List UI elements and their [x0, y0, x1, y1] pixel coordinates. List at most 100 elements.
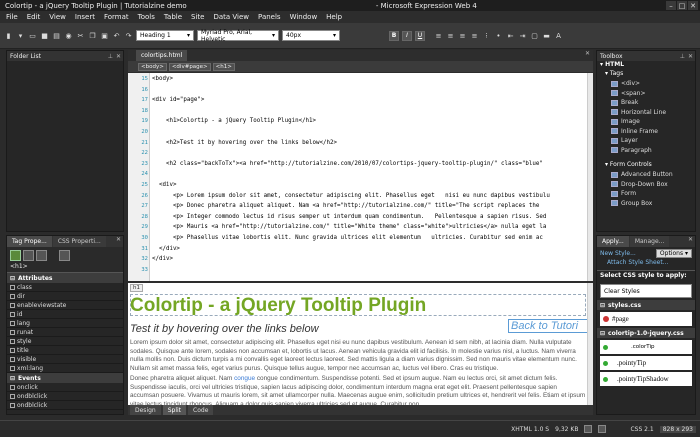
menu-window[interactable]: Window — [290, 13, 318, 21]
design-scrollbar[interactable] — [587, 283, 593, 405]
new-style-link[interactable]: New Style... — [600, 250, 636, 257]
attr-row[interactable]: title — [7, 346, 123, 355]
font-select[interactable]: Myriad Pro, Arial, Helvetic ▾ — [197, 29, 279, 43]
styles-css-header[interactable]: ⊟ styles.css — [597, 300, 695, 310]
justify-icon[interactable]: ≡ — [470, 31, 479, 40]
attr-row[interactable]: dir — [7, 292, 123, 301]
html-section-header[interactable]: ▾ HTML — [597, 61, 695, 70]
toolbox-tag-item[interactable]: <div> — [597, 79, 695, 89]
style-rule-page[interactable]: #page — [600, 312, 692, 326]
save-icon[interactable]: ■ — [40, 31, 49, 40]
maximize-button[interactable]: □ — [677, 1, 687, 10]
options-button[interactable]: Options ▾ — [655, 248, 692, 258]
colortip-css-header[interactable]: ⊟ colortip-1.0-jquery.css — [597, 328, 695, 338]
crumb-h1[interactable]: <h1> — [212, 62, 235, 71]
preview-icon[interactable]: ◉ — [64, 31, 73, 40]
attr-row[interactable]: visible — [7, 355, 123, 364]
align-left-icon[interactable]: ≡ — [434, 31, 443, 40]
close-icon[interactable]: ✕ — [116, 53, 121, 60]
congue-link[interactable]: congue — [234, 375, 255, 382]
toolbox-tag-item[interactable]: Image — [597, 117, 695, 127]
tab-code[interactable]: Code — [188, 405, 214, 415]
menu-data-view[interactable]: Data View — [213, 13, 249, 21]
folder-icon[interactable]: ▭ — [28, 31, 37, 40]
tab-tag-properties[interactable]: Tag Prope... — [7, 236, 52, 247]
tags-section-header[interactable]: ▾ Tags — [597, 70, 695, 79]
pin-icon[interactable]: ⊥ — [108, 53, 113, 60]
undo-icon[interactable]: ↶ — [112, 31, 121, 40]
crumb-div-page[interactable]: <div#page> — [168, 62, 211, 71]
events-header[interactable]: ⊟ Events — [7, 373, 123, 383]
outdent-icon[interactable]: ⇤ — [506, 31, 515, 40]
close-button[interactable]: ✕ — [688, 1, 698, 10]
show-set-icon[interactable] — [36, 249, 47, 261]
close-icon[interactable]: ✕ — [116, 236, 123, 247]
attr-row[interactable]: id — [7, 310, 123, 319]
menu-insert[interactable]: Insert — [75, 13, 95, 21]
visual-aids-icon[interactable] — [584, 425, 593, 433]
toolbox-tag-item[interactable]: <span> — [597, 89, 695, 99]
tab-split[interactable]: Split — [162, 405, 187, 415]
toolbox-tag-item[interactable]: Horizontal Line — [597, 108, 695, 118]
form-controls-section-header[interactable]: ▾ Form Controls — [597, 161, 695, 170]
pin-icon[interactable]: ⊥ — [680, 53, 685, 60]
toolbox-form-item[interactable]: Drop-Down Box — [597, 180, 695, 190]
doctype-status[interactable]: XHTML 1.0 S — [511, 426, 549, 433]
style-rule-colortip[interactable]: .colorTip — [600, 340, 692, 354]
tab-colortips-html[interactable]: colortips.html — [136, 50, 188, 61]
toolbox-form-item[interactable]: Form — [597, 189, 695, 199]
style-rule-pointytipshadow[interactable]: .pointyTipShadow — [600, 372, 692, 386]
font-color-icon[interactable]: A — [554, 31, 563, 40]
attach-style-sheet-link[interactable]: Attach Style Sheet... — [597, 259, 695, 269]
tab-css-properties[interactable]: CSS Properti... — [52, 236, 106, 247]
open-icon[interactable]: ▾ — [16, 31, 25, 40]
clear-styles-button[interactable]: Clear Styles — [600, 284, 692, 298]
close-icon[interactable]: ✕ — [585, 50, 593, 61]
attributes-header[interactable]: ⊟ Attributes — [7, 273, 123, 283]
new-page-icon[interactable]: ▮ — [4, 31, 13, 40]
numbered-list-icon[interactable]: ⁝ — [482, 31, 491, 40]
print-icon[interactable]: ▤ — [52, 31, 61, 40]
css-version-status[interactable]: CSS 2.1 — [630, 426, 653, 433]
close-icon[interactable]: ✕ — [688, 236, 695, 247]
highlight-icon[interactable]: ▬ — [542, 31, 551, 40]
page-dimensions-status[interactable]: 828 x 293 — [659, 425, 696, 433]
redo-icon[interactable]: ↷ — [124, 31, 133, 40]
menu-site[interactable]: Site — [191, 13, 204, 21]
edit-tag-icon[interactable] — [59, 249, 70, 261]
crumb-body[interactable]: <body> — [138, 62, 167, 71]
minimize-button[interactable]: – — [666, 1, 676, 10]
style-select[interactable]: Heading 1 ▾ — [136, 30, 194, 41]
tab-manage-styles[interactable]: Manage... — [629, 236, 670, 247]
align-right-icon[interactable]: ≡ — [458, 31, 467, 40]
tab-apply-styles[interactable]: Apply... — [597, 236, 629, 247]
cut-icon[interactable]: ✂ — [76, 31, 85, 40]
size-select[interactable]: 40px ▾ — [282, 30, 340, 41]
underline-button[interactable]: U — [415, 30, 425, 41]
code-scrollbar[interactable] — [587, 73, 593, 281]
style-app-icon[interactable] — [598, 425, 607, 433]
code-view[interactable]: 15 16 17 18 19 20 21 22 23 24 25 26 27 28 29 30 31 32 33 <… — [128, 73, 593, 281]
categorized-icon[interactable] — [10, 249, 21, 261]
tab-design[interactable]: Design — [130, 405, 161, 415]
back-to-tutorial-link[interactable]: Back to Tutori — [508, 319, 593, 333]
close-icon[interactable]: ✕ — [688, 53, 693, 60]
event-row[interactable]: onclick — [7, 383, 123, 392]
toolbox-form-item[interactable]: Group Box — [597, 199, 695, 209]
align-center-icon[interactable]: ≡ — [446, 31, 455, 40]
attr-row[interactable]: xml:lang — [7, 364, 123, 373]
bullet-list-icon[interactable]: • — [494, 31, 503, 40]
copy-icon[interactable]: ❐ — [88, 31, 97, 40]
menu-tools[interactable]: Tools — [138, 13, 155, 21]
border-icon[interactable]: ▢ — [530, 31, 539, 40]
event-row[interactable]: ondblclick — [7, 392, 123, 401]
attr-row[interactable]: lang — [7, 319, 123, 328]
toolbox-tag-item[interactable]: Paragraph — [597, 146, 695, 156]
paste-icon[interactable]: ▣ — [100, 31, 109, 40]
toolbox-tag-item[interactable]: Break — [597, 98, 695, 108]
menu-table[interactable]: Table — [164, 13, 182, 21]
style-rule-pointytip[interactable]: .pointyTip — [600, 356, 692, 370]
toolbox-tag-item[interactable]: Layer — [597, 136, 695, 146]
toolbox-tag-item[interactable]: Inline Frame — [597, 127, 695, 137]
design-view[interactable]: h1 Colortip - a jQuery Tooltip Plugin Te… — [128, 283, 593, 405]
